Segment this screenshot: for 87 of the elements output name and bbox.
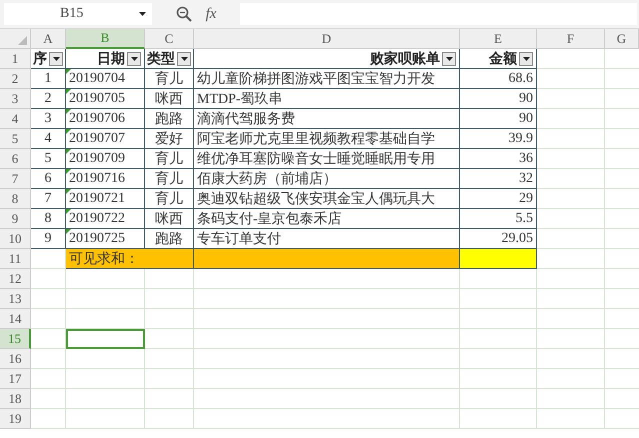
row-header[interactable]: 13 — [0, 289, 31, 309]
row-header[interactable]: 8 — [0, 189, 31, 209]
table-cell: 4 — [31, 129, 66, 149]
table-cell: 奥迪双钻超级飞侠安琪金宝人偶玩具大 — [194, 189, 460, 209]
name-box[interactable]: B15 — [4, 3, 152, 25]
table-cell: 90 — [460, 89, 537, 109]
row-header[interactable]: 3 — [0, 89, 31, 109]
row-header[interactable]: 18 — [0, 389, 31, 409]
filter-button[interactable] — [177, 52, 191, 66]
header-label: 序 — [33, 50, 47, 68]
row-header[interactable]: 17 — [0, 369, 31, 389]
table-cell: 20190722 — [66, 209, 145, 229]
table-cell: 育儿 — [145, 189, 194, 209]
filter-button[interactable] — [127, 52, 141, 66]
caret-icon — [180, 56, 188, 60]
row-header[interactable]: 2 — [0, 69, 31, 89]
column-header[interactable]: D — [194, 29, 460, 49]
table-cell: 20190707 — [66, 129, 145, 149]
table-cell: 90 — [460, 109, 537, 129]
header-label: 类型 — [147, 50, 175, 68]
column-header[interactable]: F — [537, 29, 605, 49]
table-cell: 6 — [31, 169, 66, 189]
column-header[interactable]: E — [460, 29, 537, 49]
table-cell: 20190705 — [66, 89, 145, 109]
table-cell: 可见求和： — [66, 249, 194, 269]
caret-icon — [52, 56, 60, 60]
table-cell: 滴滴代驾服务费 — [194, 109, 460, 129]
header-label: 败家呗账单 — [370, 50, 440, 68]
table-cell: 1 — [31, 69, 66, 89]
row-header[interactable]: 16 — [0, 349, 31, 369]
table-cell: 20190706 — [66, 109, 145, 129]
row-header[interactable]: 11 — [0, 249, 31, 269]
filter-button[interactable] — [49, 52, 63, 66]
table-cell: 7 — [31, 189, 66, 209]
table-cell: 20190721 — [66, 189, 145, 209]
row-header[interactable]: 1 — [0, 49, 31, 69]
row-header[interactable]: 19 — [0, 409, 31, 429]
table-cell: 爱好 — [145, 129, 194, 149]
caret-icon — [446, 56, 452, 60]
table-cell: 39.9 — [460, 129, 537, 149]
column-header[interactable]: G — [605, 29, 639, 49]
table-cell: 68.6 — [460, 69, 537, 89]
filter-button[interactable] — [519, 52, 533, 66]
table-cell: 佰康大药房（前埔店） — [194, 169, 460, 189]
table-cell: 2 — [31, 89, 66, 109]
table-cell: 育儿 — [145, 69, 194, 89]
table-cell: 条码支付-皇京包泰禾店 — [194, 209, 460, 229]
caret-icon — [522, 56, 530, 60]
table-cell: 29 — [460, 189, 537, 209]
row-header[interactable]: 14 — [0, 309, 31, 329]
table-cell: 维优净耳塞防噪音女士睡觉睡眠用专用 — [194, 149, 460, 169]
table-cell: 跑路 — [145, 109, 194, 129]
table-cell: 5 — [31, 149, 66, 169]
column-header[interactable]: C — [145, 29, 194, 49]
table-cell: 20190704 — [66, 69, 145, 89]
zoom-icon[interactable] — [176, 6, 192, 22]
header-label: 日期 — [97, 50, 125, 68]
row-header[interactable]: 12 — [0, 269, 31, 289]
row-header[interactable]: 15 — [0, 329, 31, 349]
table-cell: 8 — [31, 209, 66, 229]
table-cell: 20190709 — [66, 149, 145, 169]
caret-icon — [139, 12, 146, 16]
row-header[interactable]: 10 — [0, 229, 31, 249]
table-cell: 32 — [460, 169, 537, 189]
table-cell: 3 — [31, 109, 66, 129]
caret-icon — [130, 56, 138, 60]
column-header[interactable]: A — [31, 29, 66, 49]
row-header[interactable]: 5 — [0, 129, 31, 149]
table-cell: 育儿 — [145, 149, 194, 169]
table-cell: 育儿 — [145, 169, 194, 189]
selected-cell[interactable] — [66, 329, 145, 349]
table-cell: 阿宝老师尤克里里视频教程零基础自学 — [194, 129, 460, 149]
table-cell: 咪西 — [145, 209, 194, 229]
table-cell: 9 — [31, 229, 66, 249]
header-label: 金额 — [489, 50, 517, 68]
table-cell: 咪西 — [145, 89, 194, 109]
row-header[interactable]: 9 — [0, 209, 31, 229]
table-cell: 幼儿童阶梯拼图游戏平图宝宝智力开发 — [194, 69, 460, 89]
filter-button[interactable] — [442, 52, 456, 66]
table-cell: 20190716 — [66, 169, 145, 189]
row-header[interactable]: 6 — [0, 149, 31, 169]
table-cell: MTDP-蜀玖串 — [194, 89, 460, 109]
table-cell: 5.5 — [460, 209, 537, 229]
function-button[interactable]: fx — [206, 6, 216, 22]
row-header[interactable]: 7 — [0, 169, 31, 189]
row-header[interactable]: 4 — [0, 109, 31, 129]
table-cell: 36 — [460, 149, 537, 169]
